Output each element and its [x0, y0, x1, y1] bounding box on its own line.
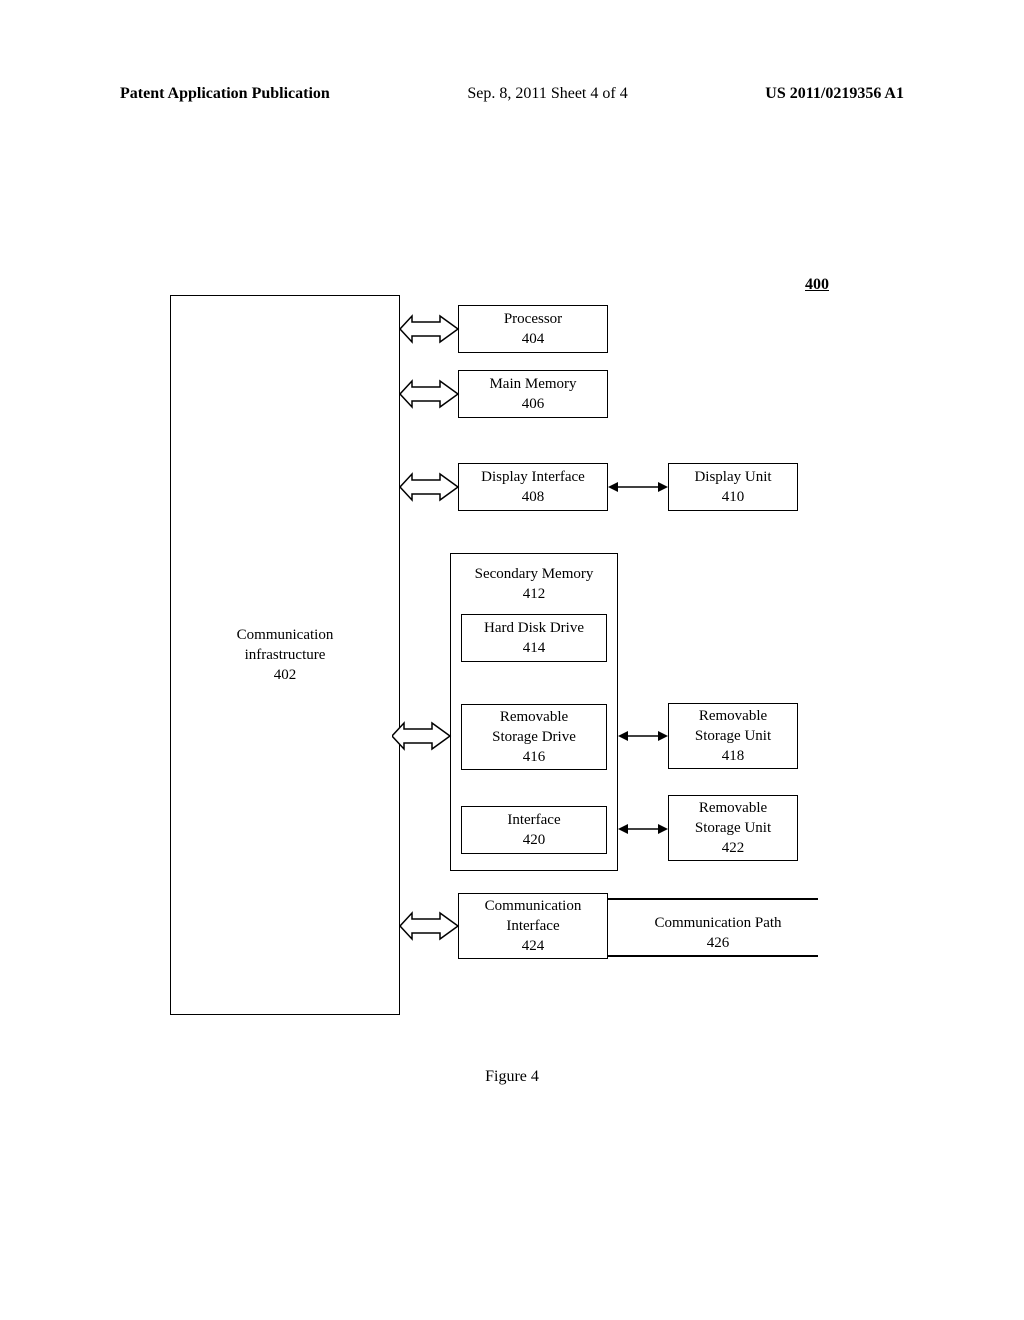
secondary-memory-title: Secondary Memory 412: [451, 564, 617, 605]
comm-path-ref: 426: [638, 933, 798, 953]
bus-box: Communication infrastructure 402: [170, 295, 400, 1015]
comm-path-line-bottom: [608, 955, 818, 957]
removable-drive-l1: Removable: [500, 707, 568, 727]
removable-unit-422-block: Removable Storage Unit 422: [668, 795, 798, 861]
bus-arrow-comm-interface: [400, 911, 460, 941]
processor-label: Processor: [504, 309, 562, 329]
removable-unit-422-l1: Removable: [699, 798, 767, 818]
hard-disk-label: Hard Disk Drive: [484, 618, 584, 638]
removable-unit-418-block: Removable Storage Unit 418: [668, 703, 798, 769]
bus-arrow-display-interface: [400, 472, 460, 502]
removable-drive-block: Removable Storage Drive 416: [461, 704, 607, 770]
processor-ref: 404: [522, 329, 545, 349]
comm-path-label: Communication Path: [638, 913, 798, 933]
secondary-memory-container: Secondary Memory 412 Hard Disk Drive 414…: [450, 553, 618, 871]
bi-arrow-removable-422: [618, 821, 668, 837]
removable-unit-418-l2: Storage Unit: [695, 726, 771, 746]
comm-interface-block: Communication Interface 424: [458, 893, 608, 959]
display-unit-block: Display Unit 410: [668, 463, 798, 511]
figure-caption: Figure 4: [0, 1068, 1024, 1086]
interface-block: Interface 420: [461, 806, 607, 854]
hard-disk-ref: 414: [523, 638, 546, 658]
bi-arrow-removable-418: [618, 728, 668, 744]
main-memory-block: Main Memory 406: [458, 370, 608, 418]
removable-unit-422-l2: Storage Unit: [695, 818, 771, 838]
comm-interface-ref: 424: [522, 936, 545, 956]
figure-ref-number: 400: [805, 276, 829, 294]
display-interface-label: Display Interface: [481, 467, 585, 487]
display-interface-ref: 408: [522, 487, 545, 507]
display-interface-block: Display Interface 408: [458, 463, 608, 511]
removable-drive-ref: 416: [523, 747, 546, 767]
comm-interface-l1: Communication: [485, 896, 582, 916]
bus-ref: 402: [274, 665, 297, 685]
header-center: Sep. 8, 2011 Sheet 4 of 4: [467, 85, 627, 103]
secondary-memory-label: Secondary Memory: [451, 564, 617, 584]
main-memory-label: Main Memory: [489, 374, 576, 394]
comm-interface-l2: Interface: [506, 916, 559, 936]
header-right: US 2011/0219356 A1: [765, 85, 904, 103]
main-memory-ref: 406: [522, 394, 545, 414]
comm-path-line-top: [608, 898, 818, 900]
bus-label-2: infrastructure: [245, 645, 326, 665]
interface-label: Interface: [507, 810, 560, 830]
removable-unit-422-ref: 422: [722, 838, 745, 858]
bus-arrow-processor: [400, 314, 460, 344]
display-unit-ref: 410: [722, 487, 745, 507]
display-unit-label: Display Unit: [694, 467, 771, 487]
header-left: Patent Application Publication: [120, 85, 330, 103]
secondary-memory-ref: 412: [451, 584, 617, 604]
comm-path-label-wrap: Communication Path 426: [638, 913, 798, 954]
diagram: Communication infrastructure 402 Process…: [170, 295, 830, 1015]
processor-block: Processor 404: [458, 305, 608, 353]
removable-drive-l2: Storage Drive: [492, 727, 576, 747]
bus-label-1: Communication: [237, 625, 334, 645]
page-header: Patent Application Publication Sep. 8, 2…: [120, 85, 904, 103]
bus-arrow-main-memory: [400, 379, 460, 409]
bi-arrow-display: [608, 479, 668, 495]
hard-disk-block: Hard Disk Drive 414: [461, 614, 607, 662]
removable-unit-418-l1: Removable: [699, 706, 767, 726]
removable-unit-418-ref: 418: [722, 746, 745, 766]
bus-arrow-secondary-memory: [392, 721, 452, 751]
interface-ref: 420: [523, 830, 546, 850]
